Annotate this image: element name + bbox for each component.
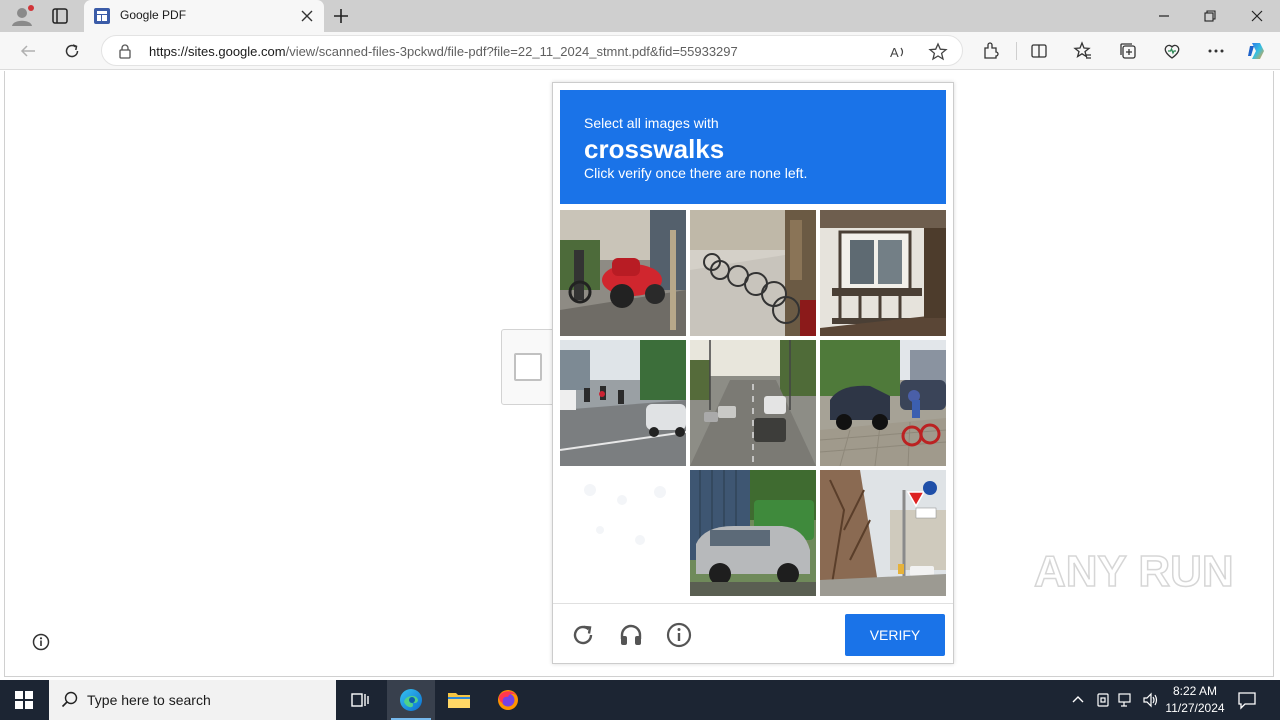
close-window-icon[interactable] [1234,4,1280,28]
extensions-icon[interactable] [980,40,1002,62]
info-icon[interactable] [665,621,693,649]
captcha-tile[interactable] [820,340,946,466]
back-icon[interactable] [16,39,40,63]
read-aloud-icon[interactable]: A [888,42,908,62]
taskbar-search[interactable]: Type here to search [49,680,336,720]
captcha-tile-loading[interactable] [560,470,686,596]
file-explorer-icon[interactable] [435,680,483,720]
profile-icon[interactable] [8,4,36,28]
notification-icon[interactable] [1237,690,1257,710]
lock-icon[interactable] [118,43,132,59]
captcha-tile[interactable] [820,470,946,596]
svg-text:A: A [890,45,899,60]
browser-toolbar: https://sites.google.com/view/scanned-fi… [0,32,1280,70]
url-host: https://sites.google.com [149,44,286,59]
collections-icon[interactable] [1117,40,1139,62]
chevron-up-icon[interactable] [1069,691,1087,709]
more-menu-icon[interactable] [1205,40,1227,62]
active-tab[interactable]: Google PDF [84,0,324,32]
watermark-text: ANY RUN [1034,547,1234,596]
split-screen-icon[interactable] [1028,40,1050,62]
captcha-tile[interactable] [820,210,946,336]
challenge-hint: Click verify once there are none left. [584,165,808,181]
task-view-icon[interactable] [336,680,384,720]
taskbar: Type here to search 8:22 AM 11/27/2024 [0,680,1280,720]
windows-logo-icon [15,691,33,709]
captcha-tile[interactable] [690,210,816,336]
network-icon[interactable] [1117,691,1135,709]
device-icon[interactable] [1094,691,1112,709]
anyrun-watermark: ANY RUN [1033,538,1234,602]
clock-time: 8:22 AM [1172,684,1218,698]
tab-title: Google PDF [120,8,187,22]
toolbar-separator [1016,42,1017,60]
google-sites-icon [94,8,110,24]
reload-icon[interactable] [569,621,597,649]
volume-icon[interactable] [1141,691,1159,709]
start-button[interactable] [0,680,48,720]
captcha-tile[interactable] [560,210,686,336]
restore-icon[interactable] [1187,4,1233,28]
captcha-tile[interactable] [690,470,816,596]
url-text[interactable]: https://sites.google.com/view/scanned-fi… [149,44,738,59]
captcha-challenge: Select all images with crosswalks Click … [552,82,954,664]
system-clock[interactable]: 8:22 AM 11/27/2024 [1160,683,1230,717]
minimize-icon[interactable] [1141,4,1187,28]
captcha-checkbox[interactable] [514,353,542,381]
captcha-tile[interactable] [560,340,686,466]
browser-essentials-icon[interactable] [1161,40,1183,62]
search-placeholder: Type here to search [87,692,211,708]
page-info-icon[interactable] [32,633,50,651]
favorites-icon[interactable] [1072,40,1094,62]
verify-button[interactable]: VERIFY [845,614,945,656]
tab-strip: Google PDF [0,0,1280,32]
search-icon [61,691,79,709]
url-path: /view/scanned-files-3pckwd/file-pdf?file… [285,44,738,59]
challenge-footer: VERIFY [553,603,953,664]
firefox-icon[interactable] [484,680,532,720]
audio-icon[interactable] [617,621,645,649]
challenge-keyword: crosswalks [584,134,725,164]
captcha-tile[interactable] [690,340,816,466]
favorite-star-icon[interactable] [928,42,948,62]
close-tab-icon[interactable] [300,9,314,23]
challenge-instruction: Select all images with [584,115,719,131]
edge-taskbar-icon[interactable] [387,680,435,720]
address-bar[interactable]: https://sites.google.com/view/scanned-fi… [101,35,963,66]
clock-date: 11/27/2024 [1165,701,1225,715]
tab-actions-icon[interactable] [48,6,72,26]
challenge-header: Select all images with crosswalks Click … [560,90,946,204]
refresh-icon[interactable] [60,39,84,63]
copilot-icon[interactable] [1246,40,1268,62]
new-tab-icon[interactable] [332,7,350,25]
